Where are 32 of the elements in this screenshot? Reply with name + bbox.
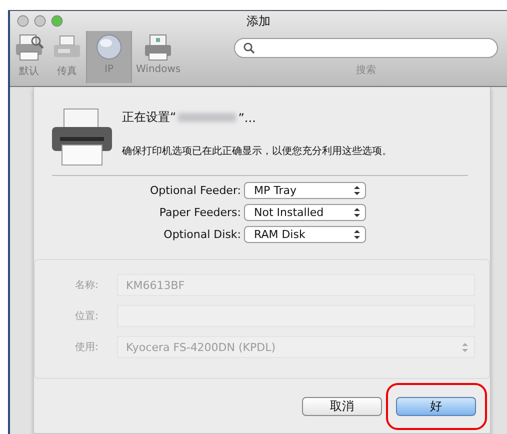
faded-label: 名称: xyxy=(75,279,100,292)
ok-button[interactable]: 好 xyxy=(396,397,476,416)
printer-magnifier-icon xyxy=(14,33,44,61)
faded-label: 使用: xyxy=(75,341,100,354)
printer-icon xyxy=(143,33,174,61)
printer-icon xyxy=(50,107,114,167)
minimize-button-icon[interactable] xyxy=(34,15,46,27)
sheet-title: 正在设置“ xyxy=(122,109,176,126)
search-label: 搜索 xyxy=(356,64,376,77)
option-popup[interactable]: RAM Disk xyxy=(244,226,366,243)
redacted-name xyxy=(178,113,236,122)
option-label: Optional Feeder: xyxy=(148,184,241,197)
up-down-arrows-icon xyxy=(462,342,468,352)
faded-field: KM6613BF xyxy=(117,274,475,296)
option-label: Paper Feeders: xyxy=(158,206,241,219)
faded-popup: Kyocera FS-4200DN (KPDL) xyxy=(117,336,475,358)
sheet-message: 确保打印机选项已在此正确显示，以便您充分利用这些选项。 xyxy=(122,144,392,158)
faded-label: 位置: xyxy=(75,310,100,323)
search-icon xyxy=(242,42,255,54)
option-label: Optional Disk: xyxy=(162,228,241,241)
zoom-button-icon[interactable] xyxy=(51,15,63,27)
close-button-icon[interactable] xyxy=(17,15,29,27)
up-down-arrows-icon xyxy=(354,230,360,239)
option-popup[interactable]: MP Tray xyxy=(244,182,366,199)
sheet-title-end: ”... xyxy=(238,110,256,124)
globe-icon xyxy=(94,33,124,61)
window-title: 添加 xyxy=(246,12,272,30)
up-down-arrows-icon xyxy=(354,186,360,195)
search-field[interactable] xyxy=(234,38,498,58)
option-popup[interactable]: Not Installed xyxy=(244,204,366,221)
up-down-arrows-icon xyxy=(354,208,360,217)
cancel-button[interactable]: 取消 xyxy=(302,397,382,416)
